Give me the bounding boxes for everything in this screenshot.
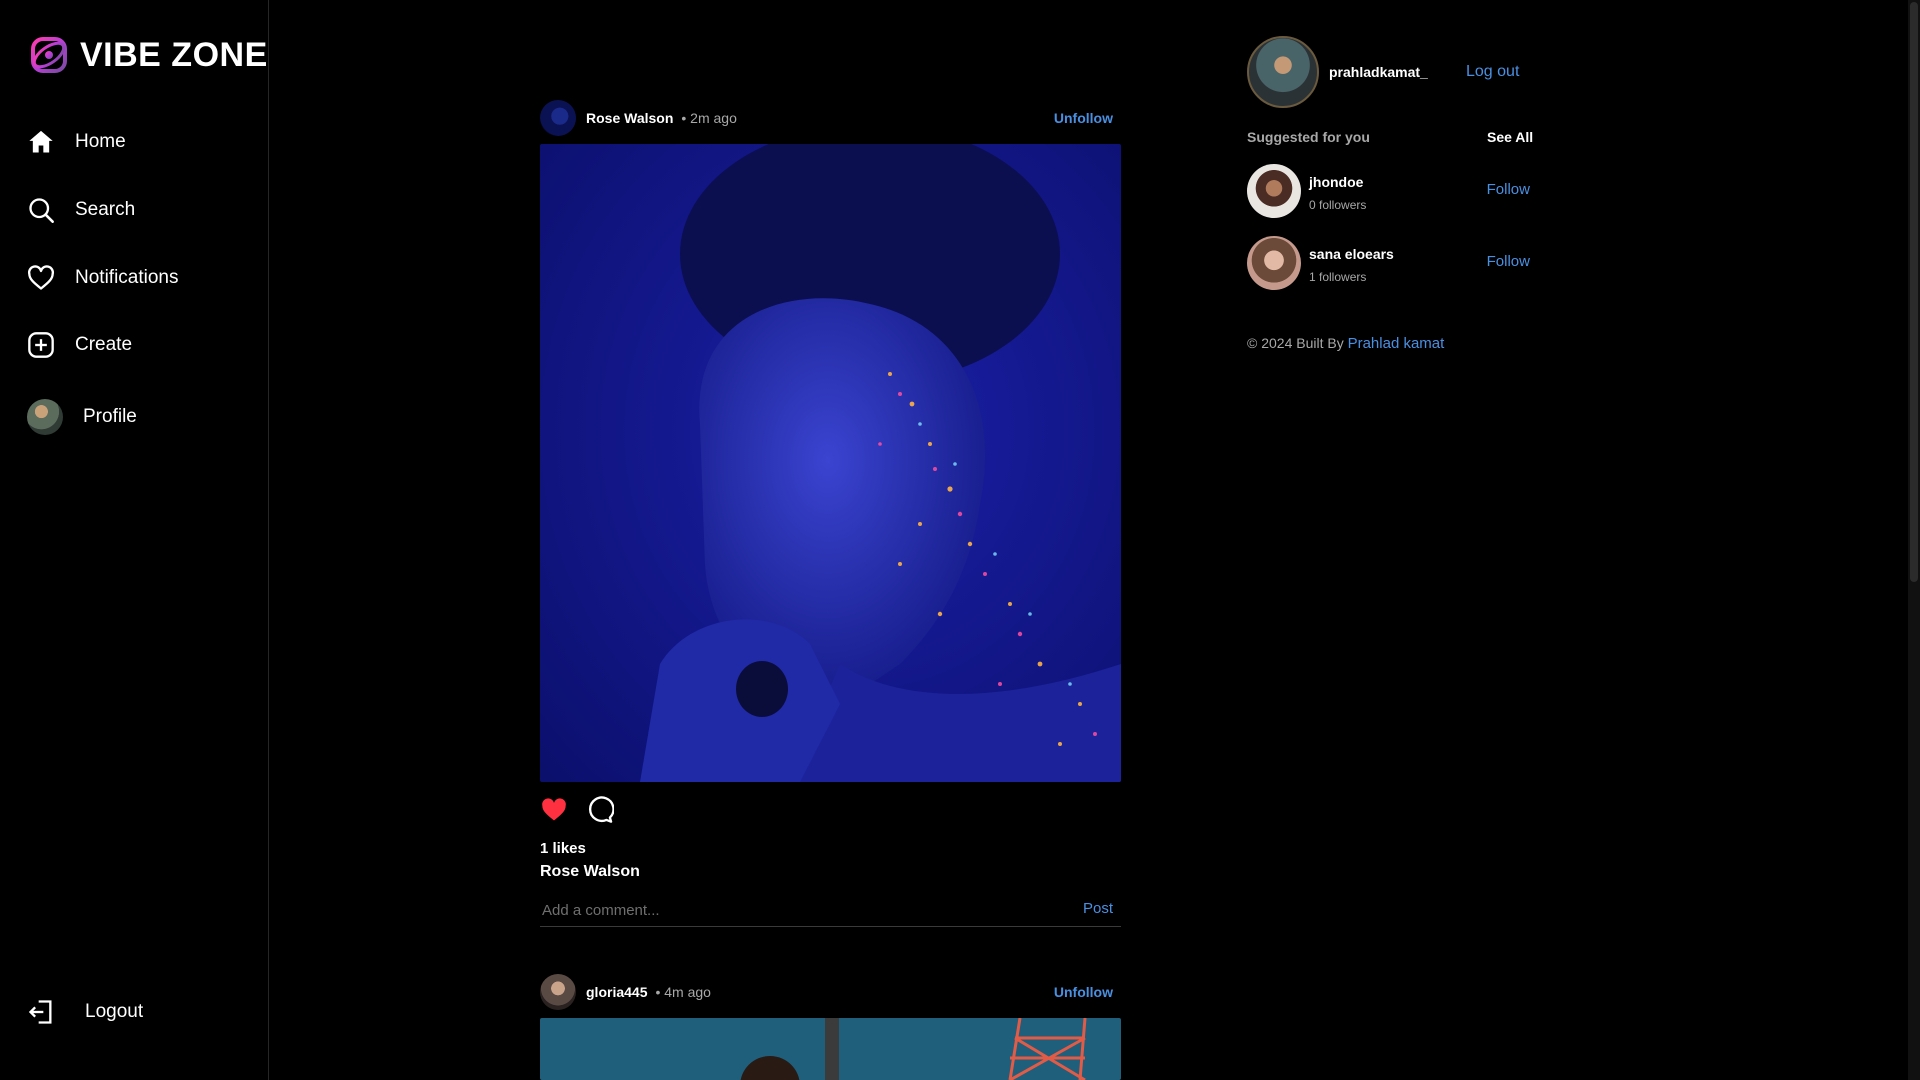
scrollbar[interactable] <box>1908 0 1920 1080</box>
avatar[interactable] <box>1247 236 1301 290</box>
avatar <box>27 399 63 435</box>
comment-form: Post <box>540 892 1121 927</box>
see-all-link[interactable]: See All <box>1487 129 1533 145</box>
footer-author-link[interactable]: Prahlad kamat <box>1348 335 1445 352</box>
post-actions <box>540 796 615 829</box>
post-time: • 4m ago <box>655 984 711 1000</box>
suggestion-username[interactable]: jhondoe <box>1309 174 1363 190</box>
scrollbar-thumb[interactable] <box>1910 2 1918 582</box>
app-name: VIBE ZONE <box>80 35 268 74</box>
footer: © 2024 Built By Prahlad kamat <box>1247 335 1444 352</box>
suggestion-followers: 1 followers <box>1309 270 1367 284</box>
sidebar-item-create[interactable]: Create <box>27 331 132 359</box>
comment-input[interactable] <box>540 898 1044 922</box>
logout-label: Logout <box>85 1001 144 1022</box>
comment-icon[interactable] <box>586 796 615 829</box>
suggestion-item: sana eloears 1 followers Follow <box>1247 236 1530 292</box>
avatar[interactable] <box>540 974 576 1010</box>
sidebar-item-home[interactable]: Home <box>27 128 126 156</box>
avatar[interactable] <box>1247 36 1319 108</box>
suggestion-followers: 0 followers <box>1309 198 1367 212</box>
follow-button[interactable]: Follow <box>1487 181 1530 198</box>
plus-square-icon <box>27 331 55 359</box>
sidebar-item-search[interactable]: Search <box>27 196 135 224</box>
sidebar-item-label: Notifications <box>75 267 179 288</box>
sidebar-item-label: Search <box>75 199 136 220</box>
post-image[interactable] <box>540 144 1121 782</box>
heart-icon <box>27 264 55 292</box>
avatar[interactable] <box>540 100 576 136</box>
logout-icon <box>27 998 55 1026</box>
portrait-image <box>540 144 1121 782</box>
post-username[interactable]: Rose Walson <box>586 110 673 126</box>
likes-count: 1 likes <box>540 840 586 857</box>
suggestion-item: jhondoe 0 followers Follow <box>1247 164 1530 220</box>
sidebar-item-profile[interactable]: Profile <box>27 399 137 435</box>
current-user: prahladkamat_ <box>1247 36 1428 108</box>
current-username[interactable]: prahladkamat_ <box>1329 64 1428 80</box>
post-time: • 2m ago <box>681 110 737 126</box>
post-username[interactable]: gloria445 <box>586 984 647 1000</box>
suggestion-username[interactable]: sana eloears <box>1309 246 1394 262</box>
home-icon <box>27 128 55 156</box>
caption-username[interactable]: Rose Walson <box>540 863 640 881</box>
post-card: gloria445 • 4m ago Unfollow <box>540 972 1121 1080</box>
post-image[interactable] <box>540 1018 1121 1080</box>
sidebar-item-notifications[interactable]: Notifications <box>27 264 179 292</box>
sidebar-item-label: Create <box>75 334 133 355</box>
logout-button[interactable]: Logout <box>27 998 143 1026</box>
unfollow-button[interactable]: Unfollow <box>1054 984 1113 1000</box>
avatar[interactable] <box>1247 164 1301 218</box>
post-header: Rose Walson • 2m ago Unfollow <box>540 98 1121 138</box>
suggested-title: Suggested for you <box>1247 129 1370 145</box>
post-image-preview <box>540 1018 1121 1080</box>
unfollow-button[interactable]: Unfollow <box>1054 110 1113 126</box>
logo[interactable]: VIBE ZONE <box>28 34 268 76</box>
sidebar: VIBE ZONE Home Search Notifications Crea… <box>0 0 269 1080</box>
footer-text: © 2024 Built By <box>1247 335 1344 351</box>
log-out-link[interactable]: Log out <box>1466 63 1519 81</box>
post-header: gloria445 • 4m ago Unfollow <box>540 972 1121 1012</box>
logo-icon <box>31 37 67 73</box>
sidebar-item-label: Home <box>75 131 126 152</box>
post-comment-button[interactable]: Post <box>1083 900 1113 917</box>
like-heart-icon[interactable] <box>540 796 568 829</box>
sidebar-item-label: Profile <box>83 406 137 427</box>
follow-button[interactable]: Follow <box>1487 253 1530 270</box>
post-card: Rose Walson • 2m ago Unfollow 1 likes Ro… <box>540 98 1121 927</box>
search-icon <box>27 196 55 224</box>
